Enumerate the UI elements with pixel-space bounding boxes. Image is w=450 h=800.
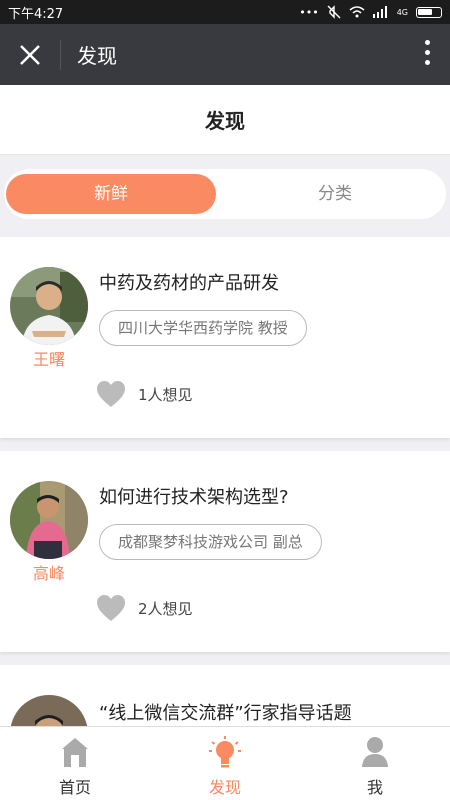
battery-icon <box>416 6 442 18</box>
status-time: 下午4:27 <box>8 6 64 22</box>
tab-discover[interactable]: 发现 <box>150 727 300 800</box>
heart-icon <box>97 595 125 621</box>
avatar[interactable] <box>10 267 88 345</box>
tab-me[interactable]: 我 <box>300 727 450 800</box>
page-header: 发现 <box>0 85 450 155</box>
signal-icon <box>372 6 387 18</box>
speaker-name: 高峰 <box>32 564 65 583</box>
tab-fresh[interactable]: 新鲜 <box>6 174 216 214</box>
more-dot <box>425 40 430 45</box>
avatar[interactable] <box>10 481 88 559</box>
segment-control: 新鲜 分类 <box>4 169 446 219</box>
like-count: 2人想见 <box>138 599 193 618</box>
topic-card[interactable]: 王曙 中药及药材的产品研发 四川大学华西药学院 教授 1人想见 <box>0 237 450 438</box>
tab-label: 发现 <box>208 778 241 797</box>
close-icon <box>20 44 40 65</box>
speaker-name: 王曙 <box>32 350 65 369</box>
tab-category[interactable]: 分类 <box>224 174 446 214</box>
like-group[interactable]: 2人想见 <box>96 594 193 622</box>
titlebar-title: 发现 <box>77 44 117 68</box>
like-group[interactable]: 1人想见 <box>96 380 193 408</box>
more-dot <box>425 50 430 55</box>
status-icons: ••• 4G <box>299 5 442 19</box>
title-bar: 发现 <box>0 24 450 85</box>
avatar-photo-icon <box>10 481 88 559</box>
dots-icon: ••• <box>299 5 319 19</box>
wifi-icon <box>349 6 365 18</box>
topic-title: “线上微信交流群”行家指导话题 <box>99 703 352 724</box>
status-bar: 下午4:27 ••• 4G <box>0 0 450 24</box>
bottom-tab-bar: 首页 发现 我 <box>0 726 450 800</box>
tab-label: 首页 <box>58 778 91 797</box>
heart-icon <box>97 381 125 407</box>
home-icon <box>62 738 88 767</box>
close-button[interactable] <box>0 24 60 85</box>
mute-icon <box>327 5 341 19</box>
like-count: 1人想见 <box>138 385 193 404</box>
lightbulb-icon <box>209 736 241 768</box>
page-title: 发现 <box>205 109 245 133</box>
topic-title: 如何进行技术架构选型? <box>99 487 289 508</box>
more-dot <box>425 60 430 65</box>
user-icon <box>362 737 388 767</box>
title-divider <box>60 39 61 70</box>
speaker-tag: 成都聚梦科技游戏公司 副总 <box>99 524 322 560</box>
segment-wrapper: 新鲜 分类 <box>0 156 450 234</box>
topic-card[interactable]: 高峰 如何进行技术架构选型? 成都聚梦科技游戏公司 副总 2人想见 <box>0 451 450 652</box>
network-type: 4G <box>396 7 408 17</box>
tab-label: 我 <box>366 778 383 797</box>
tab-home[interactable]: 首页 <box>0 727 150 800</box>
more-options-button[interactable] <box>425 40 430 65</box>
topic-title: 中药及药材的产品研发 <box>99 273 279 294</box>
speaker-tag: 四川大学华西药学院 教授 <box>99 310 307 346</box>
avatar-photo-icon <box>10 267 88 345</box>
